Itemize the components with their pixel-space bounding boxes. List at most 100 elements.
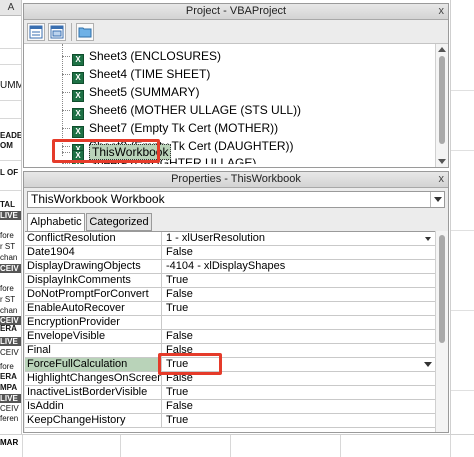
sheet-text-fragment: r ST: [0, 295, 16, 304]
tree-item-sheet6[interactable]: X Sheet6 (MOTHER ULLAGE (STS ULL)): [62, 102, 302, 120]
tree-item-sheet4[interactable]: X Sheet4 (TIME SHEET): [62, 66, 211, 84]
worksheet-bottom: MAR: [0, 434, 474, 457]
sheet-text-fragment: EADE: [0, 131, 22, 140]
close-icon[interactable]: x: [439, 172, 445, 187]
property-value[interactable]: False: [163, 288, 435, 301]
property-value[interactable]: False: [163, 330, 435, 343]
sheet-text-fragment: CEIV: [0, 404, 19, 413]
view-object-icon[interactable]: [48, 23, 66, 41]
sheet-text-fragment: LIVE: [0, 394, 21, 403]
property-row-isaddin[interactable]: IsAddin False: [25, 400, 435, 414]
property-name: EnableAutoRecover: [25, 302, 162, 315]
grid-line: [451, 90, 474, 91]
grid-line: [22, 435, 23, 457]
property-row-final[interactable]: Final False: [25, 344, 435, 358]
tree-item-label: Sheet3 (ENCLOSURES): [89, 49, 222, 63]
object-selector-dropdown[interactable]: ThisWorkbook Workbook: [27, 191, 445, 208]
project-window-titlebar[interactable]: Project - VBAProject x: [24, 4, 448, 20]
property-value[interactable]: [163, 316, 435, 329]
sheet-text-fragment: chan: [0, 253, 18, 262]
object-selector-value: ThisWorkbook Workbook: [31, 192, 165, 206]
grid-line: [451, 390, 474, 391]
highlight-box: [52, 139, 160, 163]
grid-line: [0, 190, 21, 191]
excel-sheet-icon: X: [72, 108, 84, 120]
project-scrollbar[interactable]: [435, 44, 448, 167]
sheet-text-fragment: ERA: [0, 372, 17, 381]
tree-item-sheet7[interactable]: X Sheet7 (Empty Tk Cert (MOTHER)): [62, 120, 278, 138]
property-value[interactable]: True: [163, 386, 435, 399]
close-icon[interactable]: x: [439, 4, 445, 19]
sheet-text-fragment: MAR: [0, 438, 19, 447]
property-value[interactable]: False: [163, 400, 435, 413]
sheet-text-fragment: L OF: [0, 168, 19, 177]
property-value[interactable]: -4104 - xlDisplayShapes: [163, 260, 435, 273]
view-code-icon[interactable]: [27, 23, 45, 41]
properties-window-titlebar[interactable]: Properties - ThisWorkbook x: [24, 172, 448, 188]
property-row-date1904[interactable]: Date1904 False: [25, 246, 435, 260]
folder-icon[interactable]: [76, 23, 94, 41]
property-name: Date1904: [25, 246, 162, 259]
property-row-envelopevisible[interactable]: EnvelopeVisible False: [25, 330, 435, 344]
excel-sheet-icon: X: [72, 126, 84, 138]
grid-line: [0, 48, 21, 49]
tree-branch: [62, 110, 70, 112]
property-value[interactable]: False: [163, 246, 435, 259]
grid-line: [0, 100, 21, 101]
sheet-text-fragment: fore: [0, 231, 14, 240]
chevron-down-icon[interactable]: [422, 359, 434, 370]
worksheet-background: A UMM EADE OM L OF TAL LIVE fore r ST ch…: [0, 0, 22, 457]
property-name: EnvelopeVisible: [25, 330, 162, 343]
tree-item-label: Sheet5 (SUMMARY): [89, 85, 200, 99]
chevron-down-icon[interactable]: [430, 192, 444, 207]
property-row-encryptionprovider[interactable]: EncryptionProvider: [25, 316, 435, 330]
property-value[interactable]: True: [163, 274, 435, 287]
tree-item-label: Sheet4 (TIME SHEET): [89, 67, 211, 81]
sheet-text-fragment: fore: [0, 284, 14, 293]
sheet-text-fragment: TAL: [0, 200, 15, 209]
properties-scrollbar[interactable]: [435, 231, 448, 432]
scroll-up-arrow-icon[interactable]: [438, 47, 446, 52]
property-row-enableautorecover[interactable]: EnableAutoRecover True: [25, 302, 435, 316]
column-header-a[interactable]: A: [0, 0, 21, 16]
grid-line: [451, 230, 474, 231]
property-name: ForceFullCalculation: [25, 358, 162, 371]
project-tree[interactable]: X Sheet3 (ENCLOSURES) X Sheet4 (TIME SHEET…: [24, 44, 435, 167]
scroll-thumb[interactable]: [439, 235, 445, 343]
grid-line: [450, 435, 451, 457]
worksheet-right-edge: [450, 0, 474, 434]
property-row-displaydrawingobjects[interactable]: DisplayDrawingObjects -4104 - xlDisplayS…: [25, 260, 435, 274]
property-name: EncryptionProvider: [25, 316, 162, 329]
tree-item-label: Sheet6 (MOTHER ULLAGE (STS ULL)): [89, 103, 302, 117]
scroll-thumb[interactable]: [439, 56, 445, 144]
property-name: HighlightChangesOnScreen: [27, 372, 162, 385]
properties-window: Properties - ThisWorkbook x ThisWorkbook…: [23, 171, 449, 433]
property-value[interactable]: True: [163, 414, 435, 427]
tab-alphabetic[interactable]: Alphabetic: [27, 213, 85, 232]
tree-item-sheet5[interactable]: X Sheet5 (SUMMARY): [62, 84, 200, 102]
tab-categorized[interactable]: Categorized: [86, 213, 152, 231]
property-row-displayinkcomments[interactable]: DisplayInkComments True: [25, 274, 435, 288]
excel-sheet-icon: X: [72, 72, 84, 84]
property-row-forcefullcalculation[interactable]: ForceFullCalculation True: [25, 358, 435, 372]
property-value[interactable]: 1 - xlUserResolution: [163, 232, 435, 245]
property-row-highlightchangesonscreen[interactable]: HighlightChangesOnScreen False: [25, 372, 435, 386]
grid-line: [451, 150, 474, 151]
tree-branch: [62, 163, 70, 164]
property-row-inactivelistbordervisible[interactable]: InactiveListBorderVisible True: [25, 386, 435, 400]
property-row-conflictresolution[interactable]: ConflictResolution 1 - xlUserResolution: [25, 232, 435, 246]
scroll-down-arrow-icon[interactable]: [438, 159, 446, 164]
sheet-text-fragment: LIVE: [0, 337, 21, 346]
tree-branch: [62, 128, 70, 130]
property-row-keepchangehistory[interactable]: KeepChangeHistory True: [25, 414, 435, 428]
chevron-down-icon[interactable]: [422, 233, 434, 244]
property-row-donotpromptforconvert[interactable]: DoNotPromptForConvert False: [25, 288, 435, 302]
property-value[interactable]: True: [163, 302, 435, 315]
highlight-box: [158, 353, 222, 375]
sheet-text-fragment: LIVE: [0, 211, 21, 220]
toolbar-separator: [71, 23, 72, 41]
grid-line: [120, 435, 121, 457]
tree-item-sheet3[interactable]: X Sheet3 (ENCLOSURES): [62, 48, 222, 66]
property-name: DisplayInkComments: [25, 274, 162, 287]
tree-branch: [62, 74, 70, 76]
